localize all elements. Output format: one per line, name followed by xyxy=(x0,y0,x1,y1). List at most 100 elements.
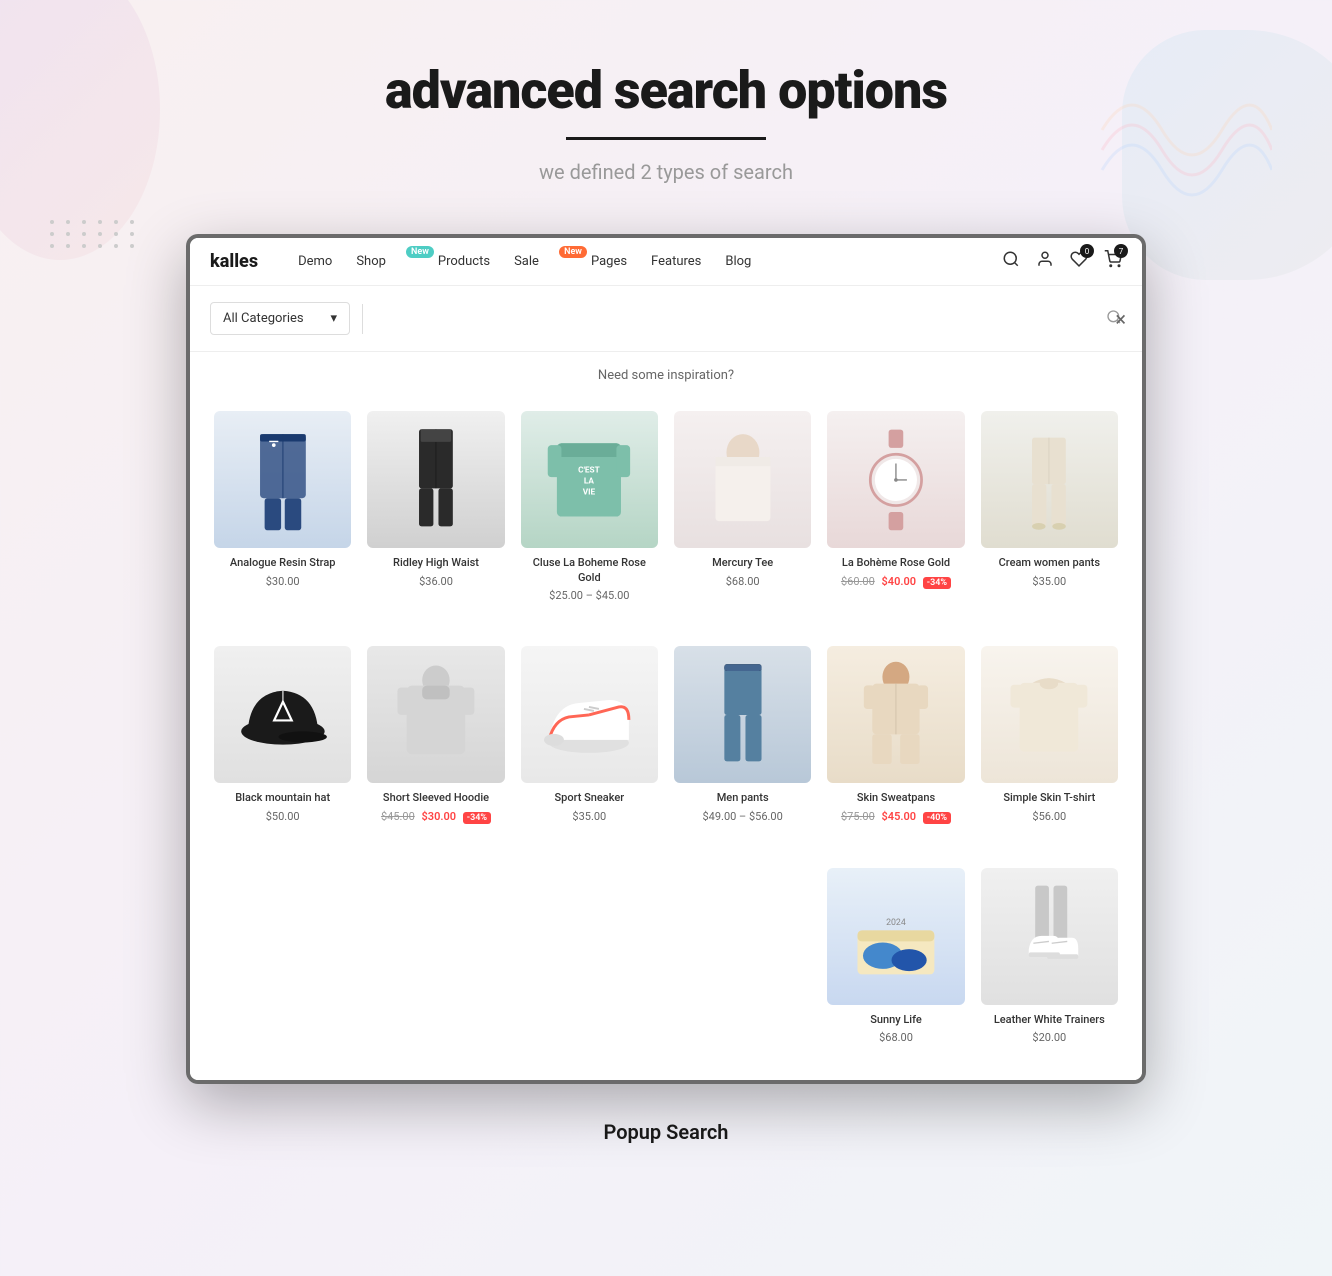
sale-badge-8: -34% xyxy=(463,812,491,824)
cart-icon[interactable]: 7 xyxy=(1104,250,1122,273)
product-price-13: $68.00 xyxy=(827,1031,964,1044)
product-name-11: Skin Sweatpans xyxy=(827,791,964,805)
nav-item-features[interactable]: Features xyxy=(651,254,701,269)
original-price-8: $45.00 xyxy=(381,810,415,823)
svg-text:C'EST: C'EST xyxy=(579,465,600,475)
product-card-6[interactable]: Cream women pants $35.00 xyxy=(973,399,1126,614)
search-modal: All Categories ▾ × Need some inspiration… xyxy=(190,286,1142,1080)
product-card-10[interactable]: Men pants $49.00 – $56.00 xyxy=(666,634,819,836)
product-card-14[interactable]: Leather White Trainers $20.00 xyxy=(973,856,1126,1057)
product-image-8 xyxy=(367,646,504,783)
title-underline xyxy=(566,137,766,140)
user-icon[interactable] xyxy=(1036,250,1054,273)
cart-badge: 7 xyxy=(1114,244,1128,258)
product-image-3: C'EST LA VIE xyxy=(521,411,658,548)
products-grid-row3: 2024 Sunny Life $68.00 xyxy=(190,856,1142,1081)
chevron-down-icon: ▾ xyxy=(330,311,337,326)
product-image-9 xyxy=(521,646,658,783)
empty-cell-4 xyxy=(666,856,819,1057)
product-name-10: Men pants xyxy=(674,791,811,805)
search-input-wrapper xyxy=(375,311,1106,327)
browser-inner: kalles Demo Shop New Products Sale New P… xyxy=(190,238,1142,1080)
product-price-1: $30.00 xyxy=(214,575,351,588)
product-price-11: $75.00 $45.00 -40% xyxy=(827,810,964,824)
shop-badge: New xyxy=(406,246,434,258)
products-grid-row2: Black mountain hat $50.00 xyxy=(190,634,1142,856)
page-subtitle: we defined 2 types of search xyxy=(385,160,947,184)
product-image-14 xyxy=(981,868,1118,1005)
empty-cell-1 xyxy=(206,856,359,1057)
nav-item-demo[interactable]: Demo xyxy=(298,254,332,269)
category-dropdown[interactable]: All Categories ▾ xyxy=(210,302,350,335)
page-header: advanced search options we defined 2 typ… xyxy=(385,0,947,214)
sale-price-8: $30.00 xyxy=(422,810,457,823)
product-name-4: Mercury Tee xyxy=(674,556,811,570)
product-price-14: $20.00 xyxy=(981,1031,1118,1044)
original-price-11: $75.00 xyxy=(841,810,875,823)
product-price-5: $60.00 $40.00 -34% xyxy=(827,575,964,589)
product-name-12: Simple Skin T-shirt xyxy=(981,791,1118,805)
product-name-13: Sunny Life xyxy=(827,1013,964,1027)
svg-text:LA: LA xyxy=(584,476,595,486)
search-bar: All Categories ▾ × xyxy=(190,286,1142,352)
product-image-4 xyxy=(674,411,811,548)
product-price-3: $25.00 – $45.00 xyxy=(521,589,658,602)
product-name-7: Black mountain hat xyxy=(214,791,351,805)
nav-item-shop[interactable]: Shop New xyxy=(356,254,414,269)
product-image-11 xyxy=(827,646,964,783)
product-name-3: Cluse La Boheme Rose Gold xyxy=(521,556,658,585)
nav-item-products[interactable]: Products xyxy=(438,254,490,269)
product-name-2: Ridley High Waist xyxy=(367,556,504,570)
original-price-5: $60.00 xyxy=(841,575,875,588)
product-image-2 xyxy=(367,411,504,548)
product-card-8[interactable]: Short Sleeved Hoodie $45.00 $30.00 -34% xyxy=(359,634,512,836)
nav-item-pages[interactable]: Pages xyxy=(591,254,627,269)
search-divider xyxy=(362,304,363,334)
svg-text:2024: 2024 xyxy=(886,918,906,928)
search-icon[interactable] xyxy=(1002,250,1020,273)
product-name-5: La Bohème Rose Gold xyxy=(827,556,964,570)
wishlist-icon[interactable]: 0 xyxy=(1070,250,1088,273)
products-grid-row1: Analogue Resin Strap $30.00 xyxy=(190,399,1142,634)
product-price-12: $56.00 xyxy=(981,810,1118,823)
search-input[interactable] xyxy=(375,311,1106,327)
product-card-1[interactable]: Analogue Resin Strap $30.00 xyxy=(206,399,359,614)
inspiration-text: Need some inspiration? xyxy=(190,352,1142,399)
popup-search-label: Popup Search xyxy=(604,1120,729,1184)
sale-badge-5: -34% xyxy=(923,577,951,589)
navbar-icons: 0 7 xyxy=(1002,250,1122,273)
browser-window: kalles Demo Shop New Products Sale New P… xyxy=(186,234,1146,1084)
product-image-12 xyxy=(981,646,1118,783)
product-image-6 xyxy=(981,411,1118,548)
bg-wave xyxy=(1092,60,1272,240)
product-card-11[interactable]: Skin Sweatpans $75.00 $45.00 -40% xyxy=(819,634,972,836)
sale-badge: New xyxy=(559,246,587,258)
product-card-4[interactable]: Mercury Tee $68.00 xyxy=(666,399,819,614)
product-image-10 xyxy=(674,646,811,783)
svg-text:VIE: VIE xyxy=(583,487,596,497)
product-card-9[interactable]: Sport Sneaker $35.00 xyxy=(513,634,666,836)
product-name-14: Leather White Trainers xyxy=(981,1013,1118,1027)
nav-item-sale[interactable]: Sale New xyxy=(514,254,567,269)
sale-price-5: $40.00 xyxy=(882,575,917,588)
product-price-8: $45.00 $30.00 -34% xyxy=(367,810,504,824)
product-image-5 xyxy=(827,411,964,548)
product-price-4: $68.00 xyxy=(674,575,811,588)
product-card-7[interactable]: Black mountain hat $50.00 xyxy=(206,634,359,836)
product-price-2: $36.00 xyxy=(367,575,504,588)
wishlist-badge: 0 xyxy=(1080,244,1094,258)
modal-close-button[interactable]: × xyxy=(1115,309,1126,329)
empty-cell-2 xyxy=(359,856,512,1057)
product-card-2[interactable]: Ridley High Waist $36.00 xyxy=(359,399,512,614)
product-image-1 xyxy=(214,411,351,548)
product-image-13: 2024 xyxy=(827,868,964,1005)
product-price-10: $49.00 – $56.00 xyxy=(674,810,811,823)
product-card-13[interactable]: 2024 Sunny Life $68.00 xyxy=(819,856,972,1057)
product-image-7 xyxy=(214,646,351,783)
nav-item-blog[interactable]: Blog xyxy=(725,254,751,269)
product-card-12[interactable]: Simple Skin T-shirt $56.00 xyxy=(973,634,1126,836)
product-card-3[interactable]: C'EST LA VIE Cluse La Boheme Rose Gold $… xyxy=(513,399,666,614)
product-price-9: $35.00 xyxy=(521,810,658,823)
product-card-5[interactable]: La Bohème Rose Gold $60.00 $40.00 -34% xyxy=(819,399,972,614)
navbar-logo: kalles xyxy=(210,251,258,272)
